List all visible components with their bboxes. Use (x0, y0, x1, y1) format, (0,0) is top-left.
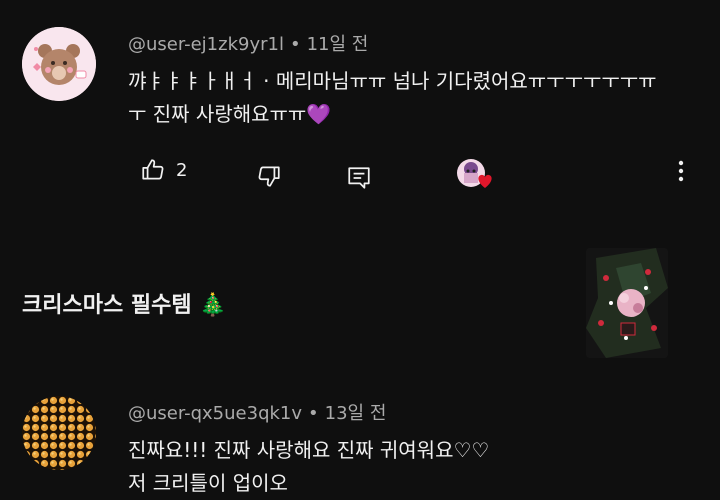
reply-button[interactable] (346, 165, 372, 191)
comment-text-line: 꺄ㅑㅑㅑㅏㅐㅓ · 메리마님ㅠㅠ 넘나 기다렸어요ㅠㅜㅜㅜㅜㅜㅠ (128, 69, 657, 93)
comment-meta: @user-ej1zk9yr1l • 11일 전 (128, 30, 368, 56)
like-button[interactable]: 2 (140, 157, 187, 183)
comment-time[interactable]: 13일 전 (325, 403, 387, 424)
dislike-button[interactable] (256, 163, 282, 189)
creator-heart-icon (457, 159, 492, 188)
author-name[interactable]: @user-ej1zk9yr1l (128, 34, 284, 55)
like-count: 2 (176, 159, 188, 181)
more-options-button[interactable] (672, 158, 690, 188)
reply-icon (346, 165, 372, 191)
thumbs-down-icon (256, 163, 282, 189)
product-thumbnail[interactable] (586, 248, 668, 358)
avatar[interactable] (22, 27, 96, 101)
author-name[interactable]: @user-qx5ue3qk1v (128, 403, 302, 424)
thumbs-up-icon (140, 157, 166, 183)
more-vert-icon (678, 160, 684, 182)
christmas-tree-image (586, 248, 668, 358)
comment-text: 꺄ㅑㅑㅑㅏㅐㅓ · 메리마님ㅠㅠ 넘나 기다렸어요ㅠㅜㅜㅜㅜㅜㅠ ㅜ 진짜 사랑… (128, 65, 698, 131)
comment-text-line: 진짜요!!! 진짜 사랑해요 진짜 귀여워요♡♡ (128, 438, 490, 462)
section-title[interactable]: 크리스마스 필수템 🎄 (22, 287, 227, 319)
comment-text: 진짜요!!! 진짜 사랑해요 진짜 귀여워요♡♡ 저 크리틀이 업이오 (128, 434, 698, 500)
comment-meta: @user-qx5ue3qk1v • 13일 전 (128, 399, 386, 425)
bear-avatar-image (22, 27, 96, 101)
separator-dot: • (308, 403, 319, 424)
comment-text-line: 저 크리틀이 업이오 (128, 471, 288, 495)
pattern-avatar-image (22, 396, 96, 470)
creator-heart-badge[interactable] (455, 154, 499, 194)
separator-dot: • (289, 34, 301, 55)
comment-text-line: ㅜ 진짜 사랑해요ㅠㅠ💜 (128, 102, 332, 126)
comment-time[interactable]: 11일 전 (307, 34, 369, 55)
avatar[interactable] (22, 396, 96, 470)
comment-actions: 2 (140, 157, 700, 189)
